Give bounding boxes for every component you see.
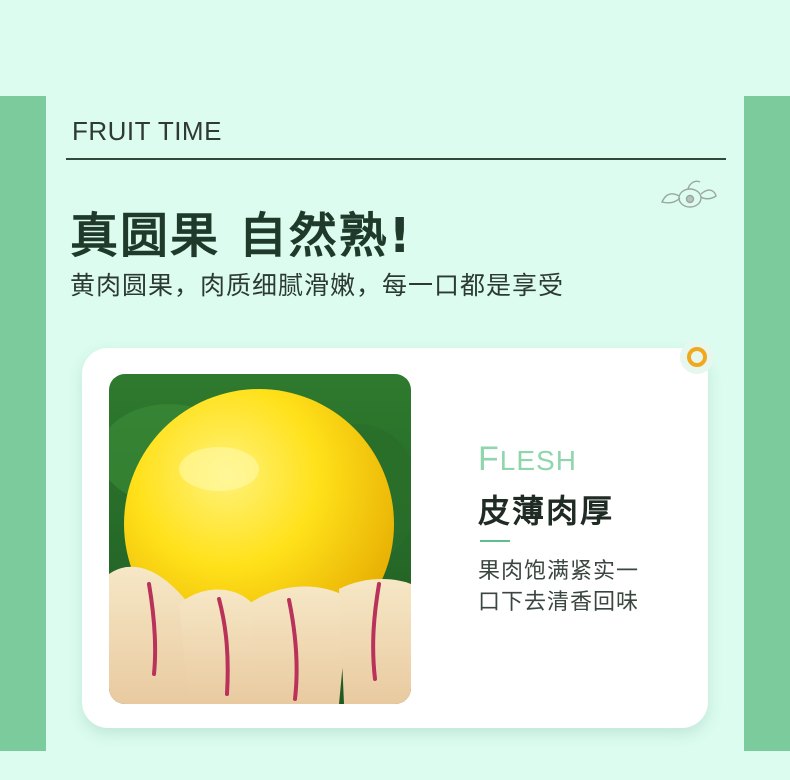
subline: 黄肉圆果，肉质细腻滑嫩，每一口都是享受: [70, 271, 565, 300]
peach-photo: [109, 374, 411, 704]
headline: 真圆果 自然熟!: [70, 208, 413, 264]
card-dash: [480, 540, 510, 542]
card-desc-line-1: 果肉饱满紧实一: [478, 559, 640, 584]
leaf-fruit-icon: [660, 180, 717, 208]
ring-icon: [680, 340, 714, 374]
card-eyebrow: FLESH: [478, 440, 577, 479]
section-eyebrow: FRUIT TIME: [72, 116, 222, 146]
divider: [66, 158, 726, 160]
card-eyebrow-rest: LESH: [499, 445, 577, 476]
card-eyebrow-initial: F: [478, 440, 500, 478]
card-description: 果肉饱满紧实一 口下去清香回味: [478, 556, 678, 618]
panel-top: [46, 0, 744, 80]
card-title: 皮薄肉厚: [478, 492, 615, 530]
card-desc-line-2: 口下去清香回味: [478, 590, 640, 615]
